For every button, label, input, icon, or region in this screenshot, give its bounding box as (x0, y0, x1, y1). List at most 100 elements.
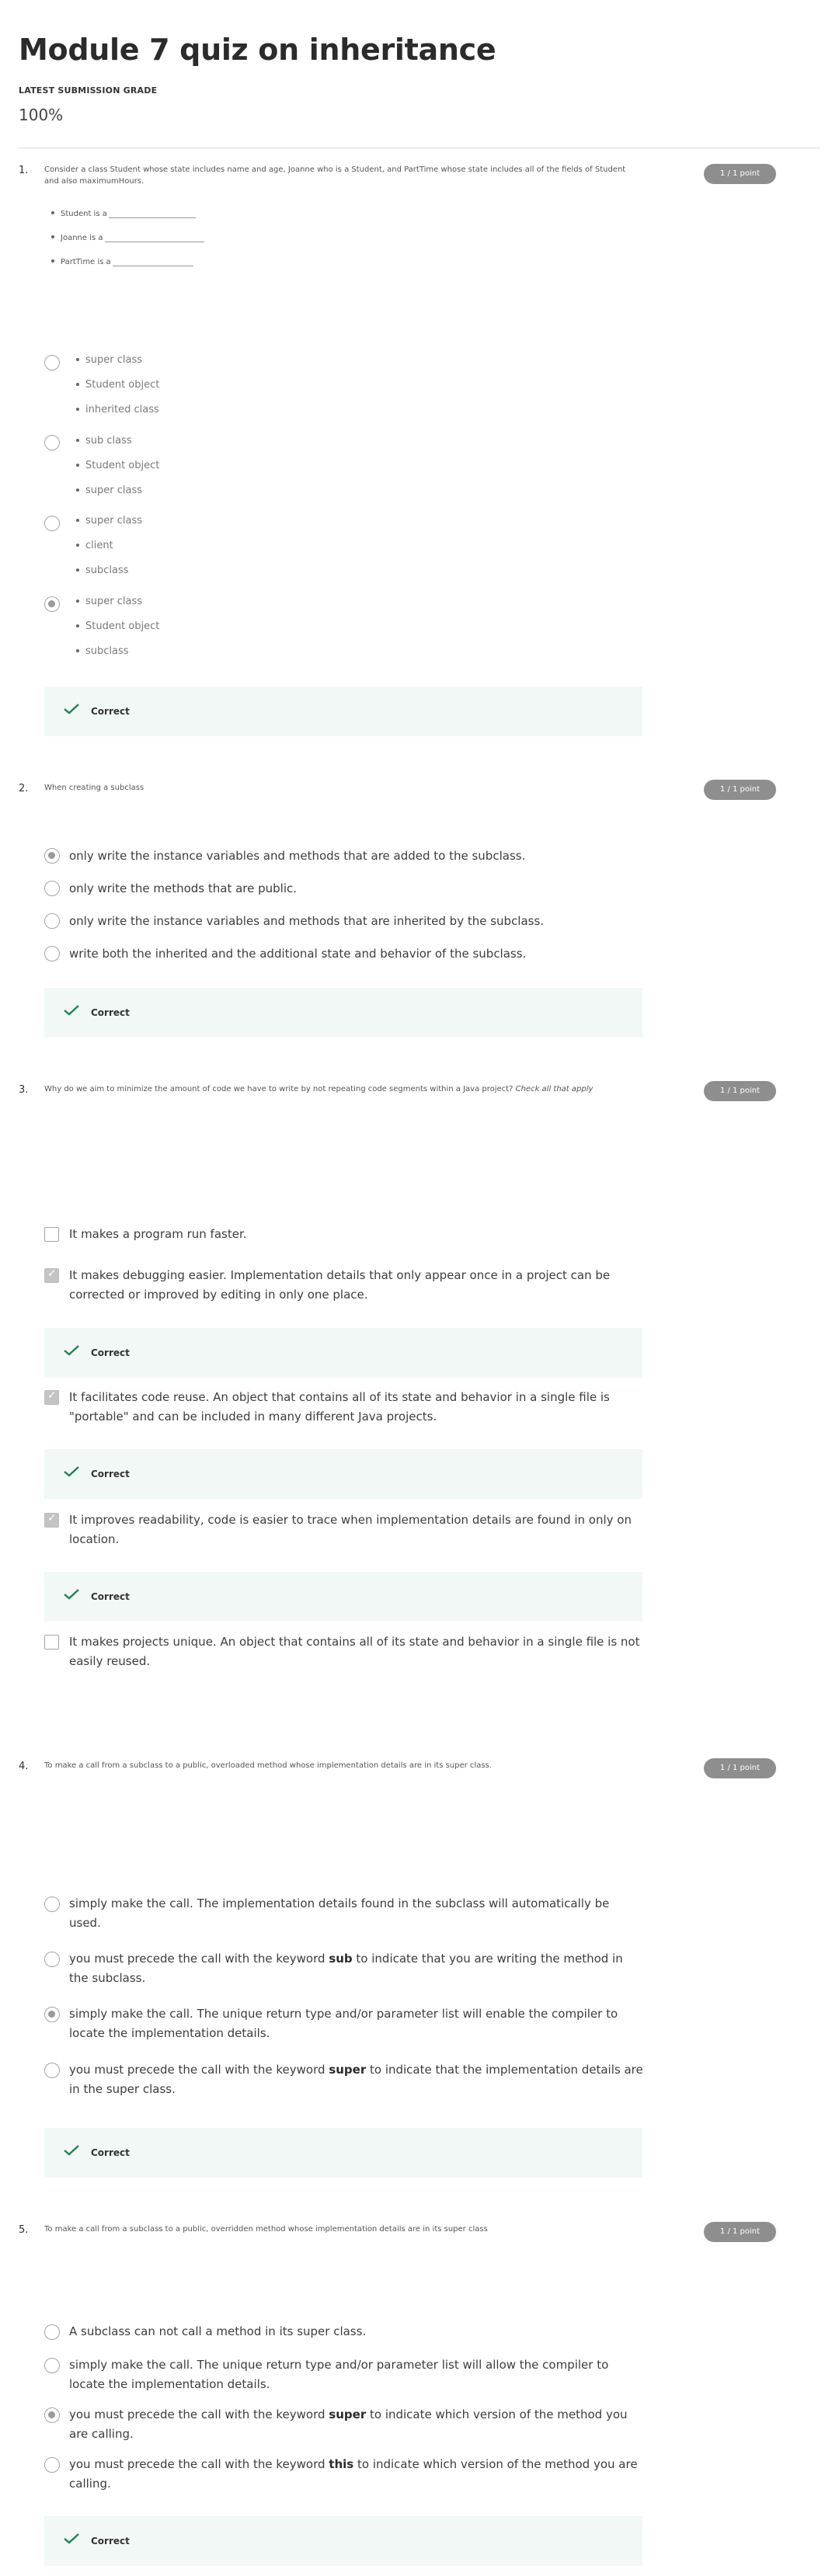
radio-button[interactable] (44, 913, 60, 929)
checkbox[interactable] (44, 1635, 59, 1650)
bullet-icon (76, 357, 79, 361)
option-item: subclass (76, 645, 129, 657)
grade-value: 100% (19, 106, 64, 124)
keyword: this (329, 2457, 354, 2471)
radio-button[interactable] (44, 2457, 60, 2473)
checkbox[interactable] (44, 1389, 59, 1405)
bullet-icon (76, 568, 79, 572)
bullet-icon (51, 259, 54, 262)
checkmark-icon (64, 1466, 79, 1477)
feedback-label: Correct (91, 1347, 130, 1358)
option-text: It makes a program run faster. (69, 1227, 247, 1241)
option-text: simply make the call. The implementation… (69, 1896, 610, 1930)
option-text: It makes debugging easier. Implementatio… (69, 1268, 611, 1302)
points-badge: 1 / 1 point (704, 164, 776, 184)
keyword: super (329, 2063, 367, 2077)
question-emphasis: Check all that apply (515, 1085, 594, 1093)
option-text: only write the instance variables and me… (69, 849, 526, 863)
radio-button[interactable] (44, 596, 60, 612)
question-text: Consider a class Student whose state inc… (44, 165, 626, 186)
radio-button[interactable] (44, 946, 60, 961)
option-text: It makes projects unique. An object that… (69, 1635, 640, 1668)
option-item: client (76, 540, 113, 551)
option-text: only write the methods that are public. (69, 881, 298, 895)
checkmark-icon (64, 2533, 79, 2544)
option-text: you must precede the call with the keywo… (69, 2457, 638, 2491)
question-text: Why do we aim to minimize the amount of … (44, 1085, 594, 1093)
blank-line (108, 217, 196, 218)
blank-item: PartTime is a (51, 258, 193, 266)
checkbox[interactable] (44, 1267, 59, 1283)
radio-button[interactable] (44, 2007, 60, 2022)
bullet-icon (76, 463, 79, 467)
bullet-icon (76, 488, 79, 492)
question-number: 3. (19, 1084, 29, 1096)
bullet-icon (51, 235, 54, 238)
bullet-icon (76, 543, 79, 547)
bullet-icon (76, 438, 79, 442)
bullet-icon (76, 624, 79, 627)
correct-feedback: Correct (44, 988, 642, 1038)
question-number: 1. (19, 165, 29, 176)
correct-feedback: Correct (44, 1328, 642, 1378)
question-text: To make a call from a subclass to a publ… (44, 1761, 492, 1770)
checkmark-icon (64, 1589, 79, 1600)
option-text: simply make the call. The unique return … (69, 2007, 618, 2040)
radio-button[interactable] (44, 848, 60, 864)
radio-button[interactable] (44, 1896, 60, 1912)
option-item: super class (76, 485, 142, 496)
option-item: super class (76, 354, 142, 366)
option-item: inherited class (76, 404, 159, 415)
radio-button[interactable] (44, 435, 60, 450)
blank-item: Student is a (51, 210, 196, 218)
checkbox[interactable] (44, 1512, 59, 1528)
points-badge: 1 / 1 point (704, 1758, 776, 1778)
option-text: It facilitates code reuse. An object tha… (69, 1390, 610, 1424)
checkmark-icon (64, 704, 79, 714)
feedback-label: Correct (91, 1591, 130, 1602)
feedback-label: Correct (91, 2536, 130, 2546)
option-item: Student object (76, 621, 159, 632)
points-badge: 1 / 1 point (704, 1081, 776, 1101)
points-badge: 1 / 1 point (704, 780, 776, 800)
grade-label: LATEST SUBMISSION GRADE (19, 85, 158, 96)
option-item: super class (76, 596, 142, 607)
radio-button[interactable] (44, 516, 60, 531)
checkmark-icon (64, 1345, 79, 1356)
radio-button[interactable] (44, 1952, 60, 1967)
keyword: super (329, 2407, 367, 2421)
checkmark-icon (64, 2145, 79, 2156)
question-number: 5. (19, 2224, 29, 2236)
bullet-icon (76, 518, 79, 522)
option-text: A subclass can not call a method in its … (69, 2324, 367, 2338)
points-badge: 1 / 1 point (704, 2222, 776, 2242)
correct-feedback: Correct (44, 2516, 642, 2566)
feedback-label: Correct (91, 1007, 130, 1018)
option-item: Student object (76, 379, 159, 391)
option-text: only write the instance variables and me… (69, 914, 545, 928)
option-item: sub class (76, 435, 132, 447)
bullet-icon (76, 648, 79, 652)
radio-button[interactable] (44, 881, 60, 896)
radio-button[interactable] (44, 2063, 60, 2078)
option-item: subclass (76, 565, 129, 576)
checkbox[interactable] (44, 1227, 59, 1242)
radio-button[interactable] (44, 355, 60, 370)
option-text: write both the inherited and the additio… (69, 947, 527, 961)
page-title: Module 7 quiz on inheritance (19, 33, 496, 67)
radio-button[interactable] (44, 2324, 60, 2340)
radio-button[interactable] (44, 2407, 60, 2423)
option-text: you must precede the call with the keywo… (69, 2407, 628, 2441)
bullet-icon (76, 407, 79, 411)
question-text: To make a call from a subclass to a publ… (44, 2225, 488, 2234)
option-text: It improves readability, code is easier … (69, 1513, 632, 1546)
question-number: 2. (19, 783, 29, 794)
radio-button[interactable] (44, 2358, 60, 2373)
option-item: Student object (76, 460, 159, 471)
feedback-label: Correct (91, 1469, 130, 1479)
bullet-icon (76, 599, 79, 603)
correct-feedback: Correct (44, 2128, 642, 2178)
option-text: you must precede the call with the keywo… (69, 2063, 643, 2096)
keyword: sub (329, 1952, 353, 1966)
feedback-label: Correct (91, 706, 130, 717)
